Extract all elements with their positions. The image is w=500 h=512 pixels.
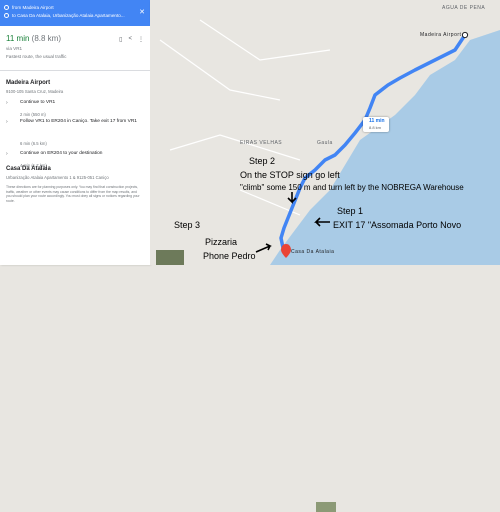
close-icon[interactable]: ✕: [139, 8, 145, 16]
origin-address: 9100-105 Santa Cruz, Madeira: [6, 89, 64, 94]
directions-panel: from Madeira Airport to Casa Da Atalaia,…: [0, 0, 150, 265]
satellite-toggle-thumbnail[interactable]: [156, 250, 336, 512]
origin-dot-icon: [4, 5, 9, 11]
route-header: from Madeira Airport to Casa Da Atalaia,…: [0, 0, 150, 26]
origin-row[interactable]: from Madeira Airport: [4, 5, 54, 11]
step2-instruction-detail: "climb" some 150 m and turn left by the …: [240, 183, 464, 192]
step-text: Continue to VR1: [20, 100, 56, 105]
destination-address: Urbanização Atalaia Apartamento 1 & 9125…: [6, 175, 109, 180]
step2-instruction: On the STOP sign go left: [240, 170, 340, 180]
map-label-casa-da-atalaia: Casa Da Atalaia: [291, 249, 335, 255]
route-box-distance: 8.8 km: [369, 125, 382, 130]
route-time: 11 min: [6, 34, 30, 43]
chevron-right-icon: ›: [6, 100, 8, 106]
route-via: via VR1: [6, 46, 23, 51]
route-box-time: 11 min: [369, 118, 385, 124]
origin-text: from Madeira Airport: [12, 5, 54, 10]
more-options-icon[interactable]: ⋮: [138, 36, 144, 43]
share-icon[interactable]: <: [128, 36, 132, 43]
divider: [0, 70, 150, 71]
chevron-right-icon: ›: [6, 151, 8, 157]
destination-dot-icon: [4, 13, 9, 19]
step3-title: Step 3: [174, 220, 201, 230]
satellite-preview: [316, 502, 336, 512]
map-label-agua-de-pena: AGUA DE PENA: [442, 5, 486, 11]
step2-title: Step 2: [249, 156, 276, 166]
route-tools: ▯ < ⋮: [119, 36, 144, 43]
step-meta: 2 min (550 m): [20, 112, 46, 117]
route-info-box[interactable]: 11 min 8.8 km: [363, 117, 389, 132]
origin-marker-icon[interactable]: [461, 31, 469, 39]
route-distance: (8.8 km): [31, 34, 61, 43]
step1-instruction: EXIT 17 "Assomada Porto Novo: [333, 220, 462, 230]
map-label-airport: Madeira Airport: [420, 32, 462, 38]
phone-pedro-label: Phone Pedro: [203, 251, 256, 261]
step-meta: 6 min (6.5 km): [20, 141, 47, 146]
step1-title: Step 1: [337, 206, 364, 216]
destination-name: Casa Da Atalaia: [6, 166, 51, 172]
origin-name: Madeira Airport: [6, 80, 51, 86]
destination-text: to Casa Da Atalaia, Urbanização Atalaia …: [12, 13, 125, 18]
route-summary: 11 min (8.8 km) via VR1 Fastest route, t…: [6, 34, 66, 59]
map-label-gaula: Gaula: [317, 140, 333, 146]
map-label-eiras-velhas: EIRAS VELHAS: [240, 140, 283, 146]
destination-row[interactable]: to Casa Da Atalaia, Urbanização Atalaia …: [4, 13, 125, 19]
chevron-right-icon: ›: [6, 119, 8, 125]
send-to-phone-icon[interactable]: ▯: [119, 36, 122, 43]
pizzaria-label: Pizzaria: [205, 237, 238, 247]
step-text: Follow VR1 to ER204 in Caniço. Take exit…: [20, 119, 137, 124]
disclaimer: These directions are for planning purpos…: [6, 185, 140, 203]
traffic-note: Fastest route, the usual traffic: [6, 54, 67, 59]
step-text: Continue on ER204 to your destination: [20, 151, 103, 156]
